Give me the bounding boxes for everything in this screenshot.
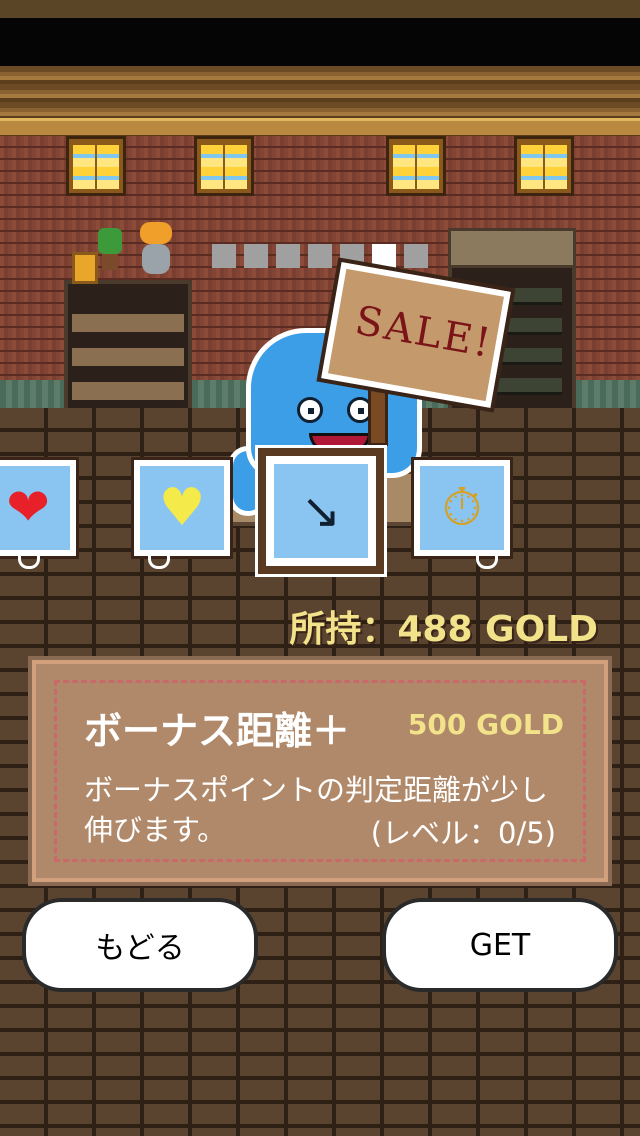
top-frame-bar [0,0,640,18]
bonus-distance-icon: ↘ [300,483,342,539]
page-dot [404,244,428,268]
owned-gold: 所持：488 GOLD [289,609,598,650]
shop-item-stopwatch[interactable]: ⏱ [411,457,513,559]
hearts-icon: ❤ [6,478,50,538]
shop-item-bonus-distance[interactable]: ↘ [255,445,387,577]
ceiling-rail [0,118,640,138]
stopwatch-icon: ⏱ [441,478,483,538]
page-indicator [212,244,428,268]
gold-heart-icon: ♥ [158,478,206,538]
potted-plant-icon [96,228,124,272]
item-info-panel: ボーナス距離＋ 500 GOLD ボーナスポイントの判定距離が少し伸びます。 (… [28,656,612,886]
photo-frame-icon [72,252,98,284]
sign-post [368,380,388,446]
shop-item-gold-heart[interactable]: ♥ [131,457,233,559]
get-button[interactable]: GET [382,898,618,992]
item-price: 500 GOLD [407,708,564,741]
window [514,136,574,196]
monster-eye [297,397,323,423]
back-button[interactable]: もどる [22,898,258,992]
page-dot [244,244,268,268]
item-name: ボーナス距離＋ [84,709,351,753]
page-dot [212,244,236,268]
item-level: (レベル：0/5) [370,816,556,850]
shop-item-hearts[interactable]: ❤ [0,457,79,559]
flower-vase-icon [136,222,176,278]
sale-sign-text: SALE! [351,297,496,367]
window [66,136,126,196]
page-dot [372,244,396,268]
page-dot [308,244,332,268]
page-dot [276,244,300,268]
window [194,136,254,196]
top-black-bar [0,18,640,66]
window [386,136,446,196]
